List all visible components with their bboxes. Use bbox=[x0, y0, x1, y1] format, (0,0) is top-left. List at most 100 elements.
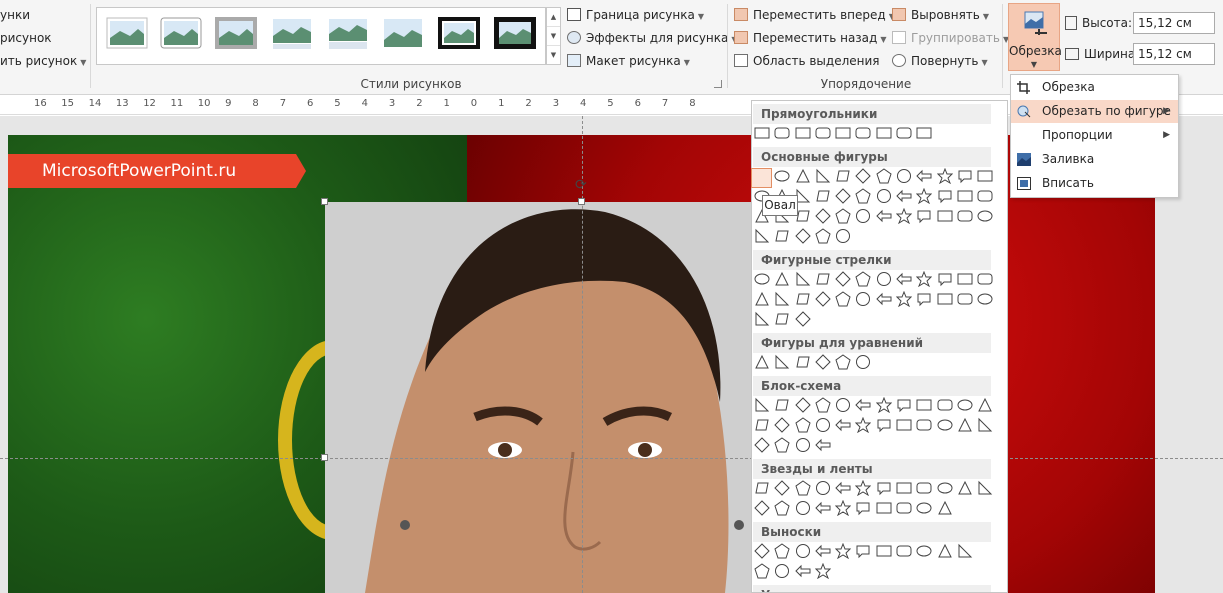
ribbon-left-item-2[interactable]: рисунок bbox=[0, 27, 52, 49]
shape-icon[interactable] bbox=[896, 417, 912, 433]
shape-icon[interactable] bbox=[876, 500, 892, 516]
shape-icon[interactable] bbox=[957, 188, 973, 204]
shape-icon[interactable] bbox=[937, 480, 953, 496]
crop-menu-item[interactable]: Заливка bbox=[1011, 148, 1178, 171]
crop-menu-item[interactable]: Обрезка bbox=[1011, 76, 1178, 99]
shape-icon[interactable] bbox=[754, 397, 770, 413]
shape-icon[interactable] bbox=[896, 543, 912, 559]
shape-icon[interactable] bbox=[876, 480, 892, 496]
shape-icon[interactable] bbox=[835, 228, 851, 244]
shape-icon[interactable] bbox=[916, 543, 932, 559]
shape-icon[interactable] bbox=[916, 397, 932, 413]
shape-icon[interactable] bbox=[835, 417, 851, 433]
shape-icon[interactable] bbox=[855, 208, 871, 224]
shape-icon[interactable] bbox=[876, 291, 892, 307]
shape-icon[interactable] bbox=[855, 188, 872, 204]
shape-icon[interactable] bbox=[855, 168, 872, 184]
picture-style-thumb[interactable] bbox=[270, 16, 314, 50]
shape-icon[interactable] bbox=[795, 125, 811, 141]
shape-icon[interactable] bbox=[794, 397, 811, 413]
shape-icon[interactable] bbox=[835, 208, 851, 224]
shape-icon[interactable] bbox=[937, 188, 953, 204]
shape-icon[interactable] bbox=[754, 543, 770, 559]
picture-style-thumb[interactable] bbox=[159, 16, 203, 50]
shape-icon[interactable] bbox=[896, 125, 912, 141]
shape-icon[interactable] bbox=[774, 563, 790, 579]
resize-handle[interactable] bbox=[321, 198, 328, 205]
resize-handle[interactable] bbox=[321, 454, 328, 461]
shape-icon[interactable] bbox=[977, 417, 993, 433]
shape-icon[interactable] bbox=[774, 354, 790, 370]
shape-icon[interactable] bbox=[855, 354, 871, 370]
shape-icon[interactable] bbox=[815, 271, 831, 287]
shape-icon[interactable] bbox=[977, 208, 993, 224]
shape-icon[interactable] bbox=[815, 125, 831, 141]
dialog-launcher-icon[interactable] bbox=[714, 80, 722, 88]
shape-icon[interactable] bbox=[876, 188, 892, 204]
shape-icon[interactable] bbox=[795, 543, 811, 559]
gallery-more-icon[interactable]: ▼ bbox=[547, 46, 560, 65]
width-input[interactable]: 15,12 см bbox=[1133, 43, 1215, 65]
shape-icon[interactable] bbox=[957, 291, 973, 307]
shape-icon[interactable] bbox=[814, 563, 831, 579]
shape-icon[interactable] bbox=[855, 417, 872, 433]
shape-icon[interactable] bbox=[855, 500, 871, 516]
shape-icon[interactable] bbox=[957, 208, 973, 224]
shape-icon[interactable] bbox=[815, 480, 831, 496]
shape-icon[interactable] bbox=[875, 397, 892, 413]
gallery-scroll-up-icon[interactable]: ▲ bbox=[547, 8, 560, 27]
shape-icon[interactable] bbox=[977, 168, 993, 184]
shape-icon[interactable] bbox=[835, 291, 851, 307]
shape-icon[interactable] bbox=[754, 291, 770, 307]
shape-icon[interactable] bbox=[774, 397, 790, 413]
shape-icon[interactable] bbox=[916, 208, 932, 224]
shape-icon[interactable] bbox=[855, 271, 872, 287]
shape-icon[interactable] bbox=[876, 543, 892, 559]
shape-icon[interactable] bbox=[795, 437, 811, 453]
shape-icon[interactable] bbox=[916, 188, 933, 204]
shape-icon[interactable] bbox=[835, 500, 852, 516]
shape-icon[interactable] bbox=[835, 397, 851, 413]
shape-icon[interactable] bbox=[774, 480, 791, 496]
shape-icon[interactable] bbox=[774, 125, 790, 141]
shape-icon[interactable] bbox=[754, 311, 770, 327]
shape-icon[interactable] bbox=[754, 125, 770, 141]
selection-pane-button[interactable]: Область выделения bbox=[734, 50, 880, 72]
shape-icon[interactable] bbox=[937, 417, 953, 433]
shape-icon[interactable] bbox=[815, 417, 831, 433]
resize-handle[interactable] bbox=[578, 198, 585, 205]
shape-icon[interactable] bbox=[916, 480, 932, 496]
bring-forward-button[interactable]: Переместить вперед▼ bbox=[734, 4, 895, 26]
shape-icon[interactable] bbox=[916, 271, 933, 287]
shape-icon[interactable] bbox=[937, 397, 953, 413]
shape-icon[interactable] bbox=[957, 168, 973, 184]
shape-icon[interactable] bbox=[977, 397, 993, 413]
shape-icon[interactable] bbox=[815, 500, 831, 516]
shape-icon[interactable] bbox=[916, 500, 932, 516]
shape-icon[interactable] bbox=[876, 168, 892, 184]
shape-icon[interactable] bbox=[794, 228, 811, 244]
shape-icon[interactable] bbox=[896, 188, 912, 204]
picture-border-button[interactable]: Граница рисунка ▼ bbox=[567, 4, 704, 26]
shape-icon[interactable] bbox=[876, 125, 892, 141]
shape-icon[interactable] bbox=[835, 480, 851, 496]
shape-icon[interactable] bbox=[754, 271, 770, 287]
shape-icon[interactable] bbox=[835, 125, 851, 141]
shape-icon[interactable] bbox=[795, 168, 811, 184]
shape-icon[interactable] bbox=[855, 291, 871, 307]
shape-icon[interactable] bbox=[957, 271, 973, 287]
shape-icon[interactable] bbox=[774, 228, 790, 244]
shape-icon[interactable] bbox=[754, 500, 770, 516]
shape-icon[interactable] bbox=[774, 291, 790, 307]
rotate-button[interactable]: Повернуть ▼ bbox=[892, 50, 988, 72]
shape-icon[interactable] bbox=[957, 397, 973, 413]
shape-icon[interactable] bbox=[815, 188, 831, 204]
shape-icon[interactable] bbox=[896, 291, 913, 307]
shape-icon[interactable] bbox=[754, 480, 770, 496]
shape-icon[interactable] bbox=[774, 500, 790, 516]
shape-icon[interactable] bbox=[754, 437, 770, 453]
shape-icon[interactable] bbox=[855, 397, 871, 413]
shape-icon[interactable] bbox=[937, 291, 953, 307]
ribbon-left-item-1[interactable]: унки bbox=[0, 4, 30, 26]
shape-icon[interactable] bbox=[815, 228, 831, 244]
